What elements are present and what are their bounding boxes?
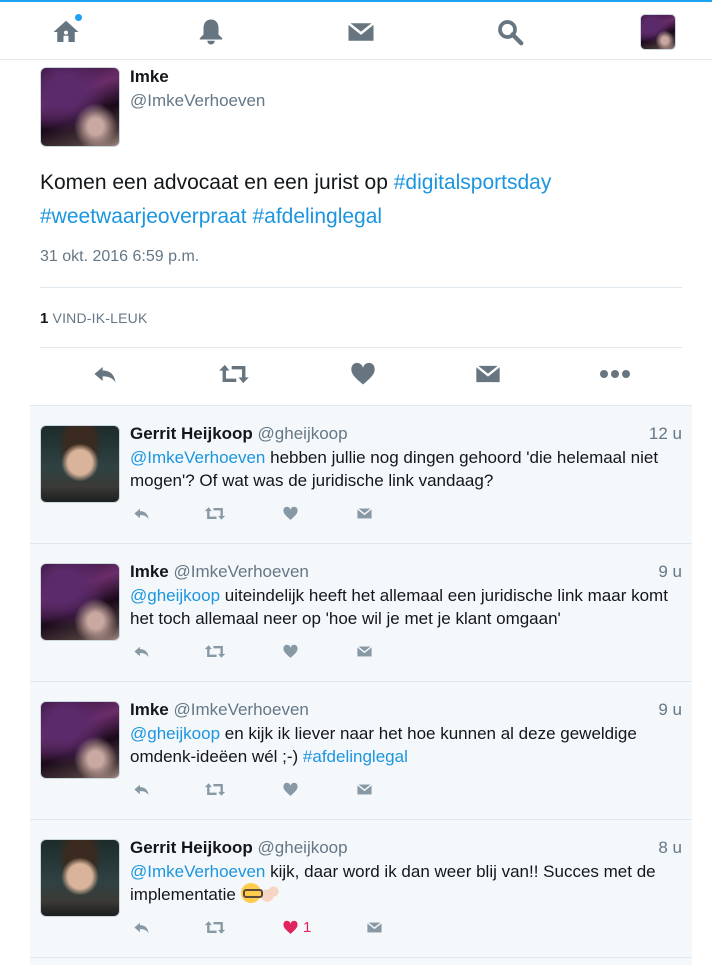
reply-icon[interactable] — [132, 502, 151, 524]
author-name[interactable]: Imke — [130, 67, 169, 87]
likes-label: VIND-IK-LEUK — [52, 310, 148, 326]
reply-actions — [130, 640, 390, 662]
hashtag-link[interactable]: #digitalsportsday — [394, 171, 552, 194]
author-handle[interactable]: @ImkeVerhoeven — [130, 91, 265, 111]
tweet-timestamp: 31 okt. 2016 6:59 p.m. — [40, 248, 200, 265]
avatar[interactable] — [40, 67, 120, 147]
envelope-icon[interactable] — [356, 640, 373, 662]
envelope-icon[interactable] — [356, 778, 373, 800]
envelope-icon[interactable] — [356, 502, 373, 524]
reply-actions — [130, 502, 390, 524]
flexed-bicep-emoji-icon — [260, 886, 279, 902]
avatar[interactable] — [40, 563, 120, 641]
more-icon[interactable] — [599, 358, 631, 390]
reply-timestamp: 9 u — [658, 700, 682, 719]
reply-timestamp: 12 u — [648, 424, 682, 443]
notification-dot — [75, 14, 82, 21]
search-icon[interactable] — [492, 14, 528, 50]
hashtag-link[interactable]: #afdelinglegal — [252, 205, 382, 228]
envelope-icon[interactable] — [366, 916, 383, 938]
reply-actions — [130, 778, 390, 800]
reply-text: @ImkeVerhoeven kijk, daar word ik dan we… — [130, 860, 685, 906]
retweet-icon[interactable] — [204, 640, 226, 662]
nerd-face-emoji-icon — [240, 883, 263, 903]
reply-timestamp: 8 u — [658, 838, 682, 857]
divider — [40, 347, 682, 348]
reply-icon[interactable] — [89, 358, 121, 390]
bell-icon[interactable] — [193, 14, 229, 50]
likes-summary[interactable]: 1 VIND-IK-LEUK — [40, 310, 148, 327]
mention-link[interactable]: @ImkeVerhoeven — [130, 448, 265, 467]
reply-tweet[interactable]: Gerrit Heijkoop @gheijkoop 12 u @ImkeVer… — [30, 406, 692, 544]
heart-icon[interactable] — [282, 502, 299, 524]
author-display-name: Imke — [130, 700, 169, 719]
reply-tweet[interactable]: Gerrit Heijkoop @gheijkoop 8 u @ImkeVerh… — [30, 820, 692, 958]
reply-timestamp: 9 u — [658, 562, 682, 581]
avatar[interactable] — [40, 701, 120, 779]
reply-tweet[interactable]: Imke @ImkeVerhoeven 9 u @gheijkoop en ki… — [30, 682, 692, 820]
envelope-icon[interactable] — [472, 358, 504, 390]
tweet-text: Komen een advocaat en een jurist op #dig… — [40, 166, 680, 234]
retweet-icon[interactable] — [218, 358, 250, 390]
tweet-actions — [0, 358, 712, 394]
avatar[interactable] — [40, 839, 120, 917]
retweet-icon[interactable] — [204, 778, 226, 800]
retweet-icon[interactable] — [204, 916, 226, 938]
divider — [40, 287, 682, 288]
heart-icon — [283, 920, 298, 934]
author-name[interactable]: Imke @ImkeVerhoeven — [130, 562, 309, 582]
reply-icon[interactable] — [132, 778, 151, 800]
reply-icon[interactable] — [132, 916, 151, 938]
mention-link[interactable]: @gheijkoop — [130, 586, 220, 605]
top-nav-bar — [0, 0, 712, 60]
envelope-icon[interactable] — [343, 14, 379, 50]
heart-icon[interactable] — [282, 778, 299, 800]
hashtag-link[interactable]: #afdelinglegal — [303, 747, 408, 766]
reply-icon[interactable] — [132, 640, 151, 662]
tweet-text-body: Komen een advocaat en een jurist op — [40, 171, 394, 194]
reply-text: @gheijkoop uiteindelijk heeft het allema… — [130, 584, 685, 630]
author-display-name: Imke — [130, 562, 169, 581]
replies-list: Gerrit Heijkoop @gheijkoop 12 u @ImkeVer… — [30, 405, 692, 965]
reply-tweet[interactable]: Imke @ImkeVerhoeven 9 u @gheijkoop uitei… — [30, 544, 692, 682]
reply-actions: 1 — [130, 916, 390, 938]
mention-link[interactable]: @gheijkoop — [130, 724, 220, 743]
heart-icon[interactable] — [282, 640, 299, 662]
avatar[interactable] — [40, 425, 120, 503]
reply-text: @ImkeVerhoeven hebben jullie nog dingen … — [130, 446, 685, 492]
author-handle: @gheijkoop — [257, 838, 348, 857]
hashtag-link[interactable]: #weetwaarjeoverpraat — [40, 205, 247, 228]
mention-link[interactable]: @ImkeVerhoeven — [130, 862, 265, 881]
author-handle: @gheijkoop — [257, 424, 348, 443]
profile-avatar[interactable] — [640, 14, 676, 50]
likes-count: 1 — [40, 310, 49, 327]
author-display-name: Gerrit Heijkoop — [130, 838, 253, 857]
author-display-name: Gerrit Heijkoop — [130, 424, 253, 443]
heart-icon[interactable] — [347, 358, 379, 390]
author-handle: @ImkeVerhoeven — [173, 700, 309, 719]
author-name[interactable]: Gerrit Heijkoop @gheijkoop — [130, 424, 348, 444]
liked-heart-button[interactable]: 1 — [282, 916, 311, 938]
retweet-icon[interactable] — [204, 502, 226, 524]
home-icon[interactable] — [48, 14, 84, 50]
like-count: 1 — [303, 918, 312, 936]
author-handle: @ImkeVerhoeven — [173, 562, 309, 581]
author-name[interactable]: Imke @ImkeVerhoeven — [130, 700, 309, 720]
reply-text: @gheijkoop en kijk ik liever naar het ho… — [130, 722, 685, 768]
author-name[interactable]: Gerrit Heijkoop @gheijkoop — [130, 838, 348, 858]
